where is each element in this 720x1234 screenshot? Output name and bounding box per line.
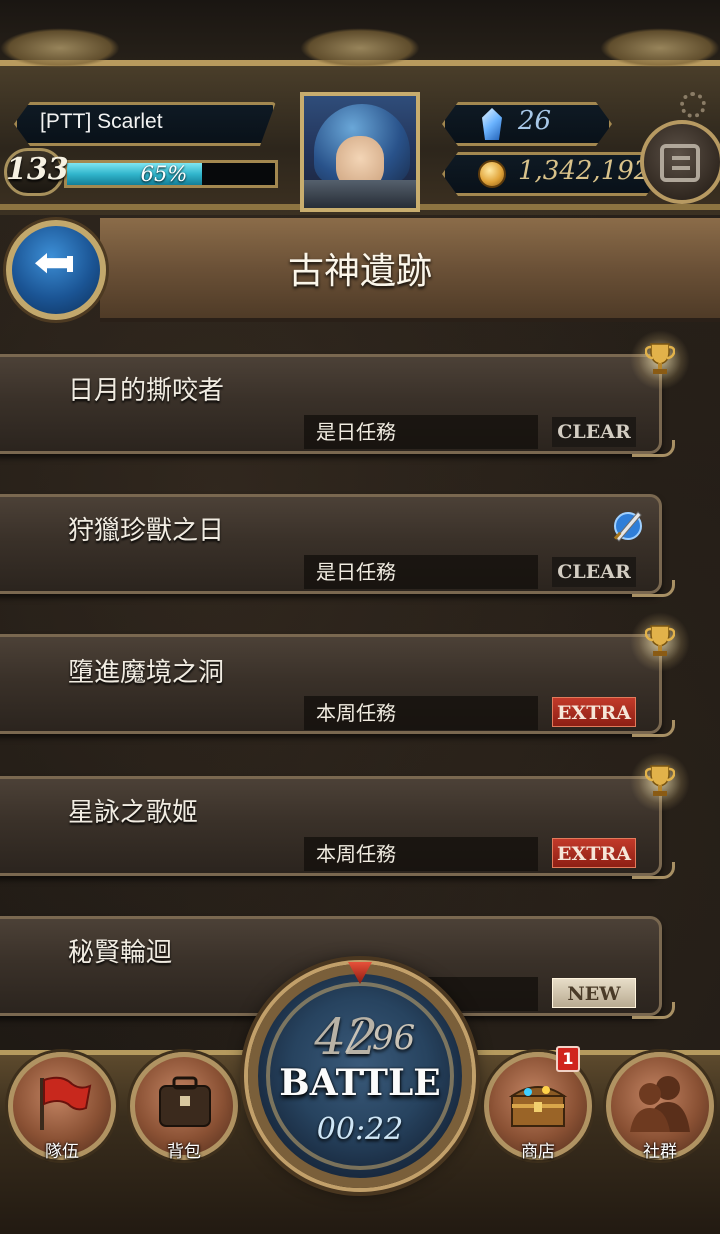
gear-icon bbox=[680, 92, 706, 118]
trophy-icon bbox=[645, 343, 675, 374]
quest-type: 是日任務 bbox=[316, 420, 396, 444]
status-badge: EXTRA bbox=[552, 697, 636, 727]
team-label: 隊伍 bbox=[45, 1142, 79, 1162]
page-title: 古神遺跡 bbox=[287, 251, 432, 292]
bag-label: 背包 bbox=[167, 1142, 201, 1162]
quest-type: 本周任務 bbox=[316, 701, 396, 725]
quest-corner bbox=[632, 720, 675, 737]
quest-name: 狩獵珍獸之日 bbox=[68, 516, 225, 546]
status-badge: NEW bbox=[552, 978, 636, 1008]
bag-icon bbox=[159, 1076, 211, 1127]
quest-corner bbox=[632, 862, 675, 879]
quest-name: 星詠之歌姬 bbox=[68, 798, 199, 828]
sword-icon bbox=[613, 511, 642, 542]
gold-count: 1,342,192 bbox=[518, 156, 651, 186]
battle-label: BATTLE bbox=[279, 1062, 441, 1104]
quest-type: 是日任務 bbox=[316, 560, 396, 584]
trophy-icon bbox=[645, 625, 675, 656]
ornament-right bbox=[600, 28, 720, 68]
status-badge: CLEAR bbox=[552, 417, 636, 447]
flag-icon bbox=[40, 1076, 92, 1130]
quest-name: 秘賢輪迴 bbox=[68, 938, 173, 968]
stamina-max: 96 bbox=[372, 1018, 416, 1058]
gem-count: 26 bbox=[518, 106, 552, 136]
ornament-left bbox=[0, 28, 120, 68]
treasure-chest-icon bbox=[508, 1086, 568, 1127]
avatar[interactable] bbox=[300, 92, 420, 212]
social-label: 社群 bbox=[643, 1142, 677, 1162]
people-icon bbox=[630, 1076, 690, 1132]
status-badge: CLEAR bbox=[552, 557, 636, 587]
quest-corner bbox=[632, 580, 675, 597]
trophy-icon bbox=[645, 765, 675, 796]
stamina-current: 42 bbox=[314, 1008, 378, 1066]
shop-notification-badge: 1 bbox=[556, 1046, 580, 1072]
avatar-armor bbox=[304, 180, 416, 208]
quest-type: 本周任務 bbox=[316, 842, 396, 866]
quest-name: 日月的撕咬者 bbox=[68, 376, 225, 406]
quest-corner bbox=[632, 440, 675, 457]
status-badge: EXTRA bbox=[552, 838, 636, 868]
player-name: [PTT] Scarlet bbox=[40, 110, 163, 133]
coin-icon bbox=[478, 160, 506, 188]
ornament-center bbox=[300, 28, 420, 68]
exp-percent: 65% bbox=[140, 162, 188, 186]
stamina-separator: / bbox=[348, 1014, 361, 1058]
menu-icon bbox=[660, 144, 700, 182]
stamina-timer: 00:22 bbox=[316, 1112, 404, 1147]
shop-label: 商店 bbox=[521, 1142, 555, 1162]
level-number: 133 bbox=[6, 152, 69, 187]
quest-name: 墮進魔境之洞 bbox=[68, 658, 225, 688]
quest-corner bbox=[632, 1002, 675, 1019]
back-arrow-icon bbox=[35, 253, 73, 274]
